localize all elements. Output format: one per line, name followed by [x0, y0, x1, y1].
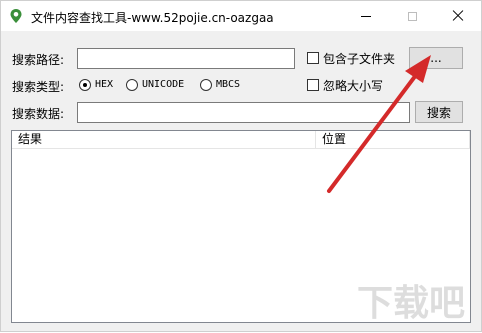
maximize-button[interactable]: [389, 1, 435, 31]
search-data-label: 搜索数据:: [12, 107, 65, 121]
search-button[interactable]: 搜索: [415, 101, 463, 123]
radio-unicode-label[interactable]: UNICODE: [142, 79, 184, 90]
radio-hex[interactable]: [79, 79, 91, 91]
radio-mbcs-label[interactable]: MBCS: [216, 79, 240, 90]
svg-text:下载吧: 下载吧: [357, 283, 465, 324]
browse-button-label: ...: [430, 51, 442, 65]
search-button-label: 搜索: [426, 105, 451, 120]
minimize-icon: [361, 15, 371, 17]
ignore-case-checkbox[interactable]: [307, 79, 319, 91]
radio-mbcs[interactable]: [200, 79, 212, 91]
browse-button[interactable]: ...: [409, 47, 463, 69]
app-icon: [10, 9, 22, 23]
search-path-input[interactable]: [78, 49, 294, 68]
column-header-result[interactable]: 结果: [12, 131, 316, 148]
include-subfolders-label[interactable]: 包含子文件夹: [323, 50, 395, 67]
close-icon: [451, 9, 465, 23]
watermark-logo: 下载吧: [357, 283, 465, 324]
maximize-icon: [407, 11, 417, 21]
app-window: 文件内容查找工具-www.52pojie.cn-oazgaa 搜索路径: 包含子…: [0, 0, 482, 332]
minimize-button[interactable]: [343, 1, 389, 31]
search-data-input[interactable]: [78, 103, 409, 122]
search-path-label: 搜索路径:: [12, 53, 65, 67]
title-bar[interactable]: 文件内容查找工具-www.52pojie.cn-oazgaa: [1, 1, 481, 31]
window-title: 文件内容查找工具-www.52pojie.cn-oazgaa: [31, 11, 274, 25]
include-subfolders-checkbox[interactable]: [307, 52, 319, 64]
radio-hex-label[interactable]: HEX: [95, 79, 113, 90]
search-data-field[interactable]: [77, 102, 410, 123]
ignore-case-label[interactable]: 忽略大小写: [323, 77, 383, 94]
search-path-field[interactable]: [77, 48, 295, 69]
radio-unicode[interactable]: [126, 79, 138, 91]
column-header-position[interactable]: 位置: [316, 131, 470, 148]
search-type-label: 搜索类型:: [12, 80, 65, 94]
close-button[interactable]: [435, 1, 481, 31]
results-header: 结果 位置: [12, 131, 470, 149]
